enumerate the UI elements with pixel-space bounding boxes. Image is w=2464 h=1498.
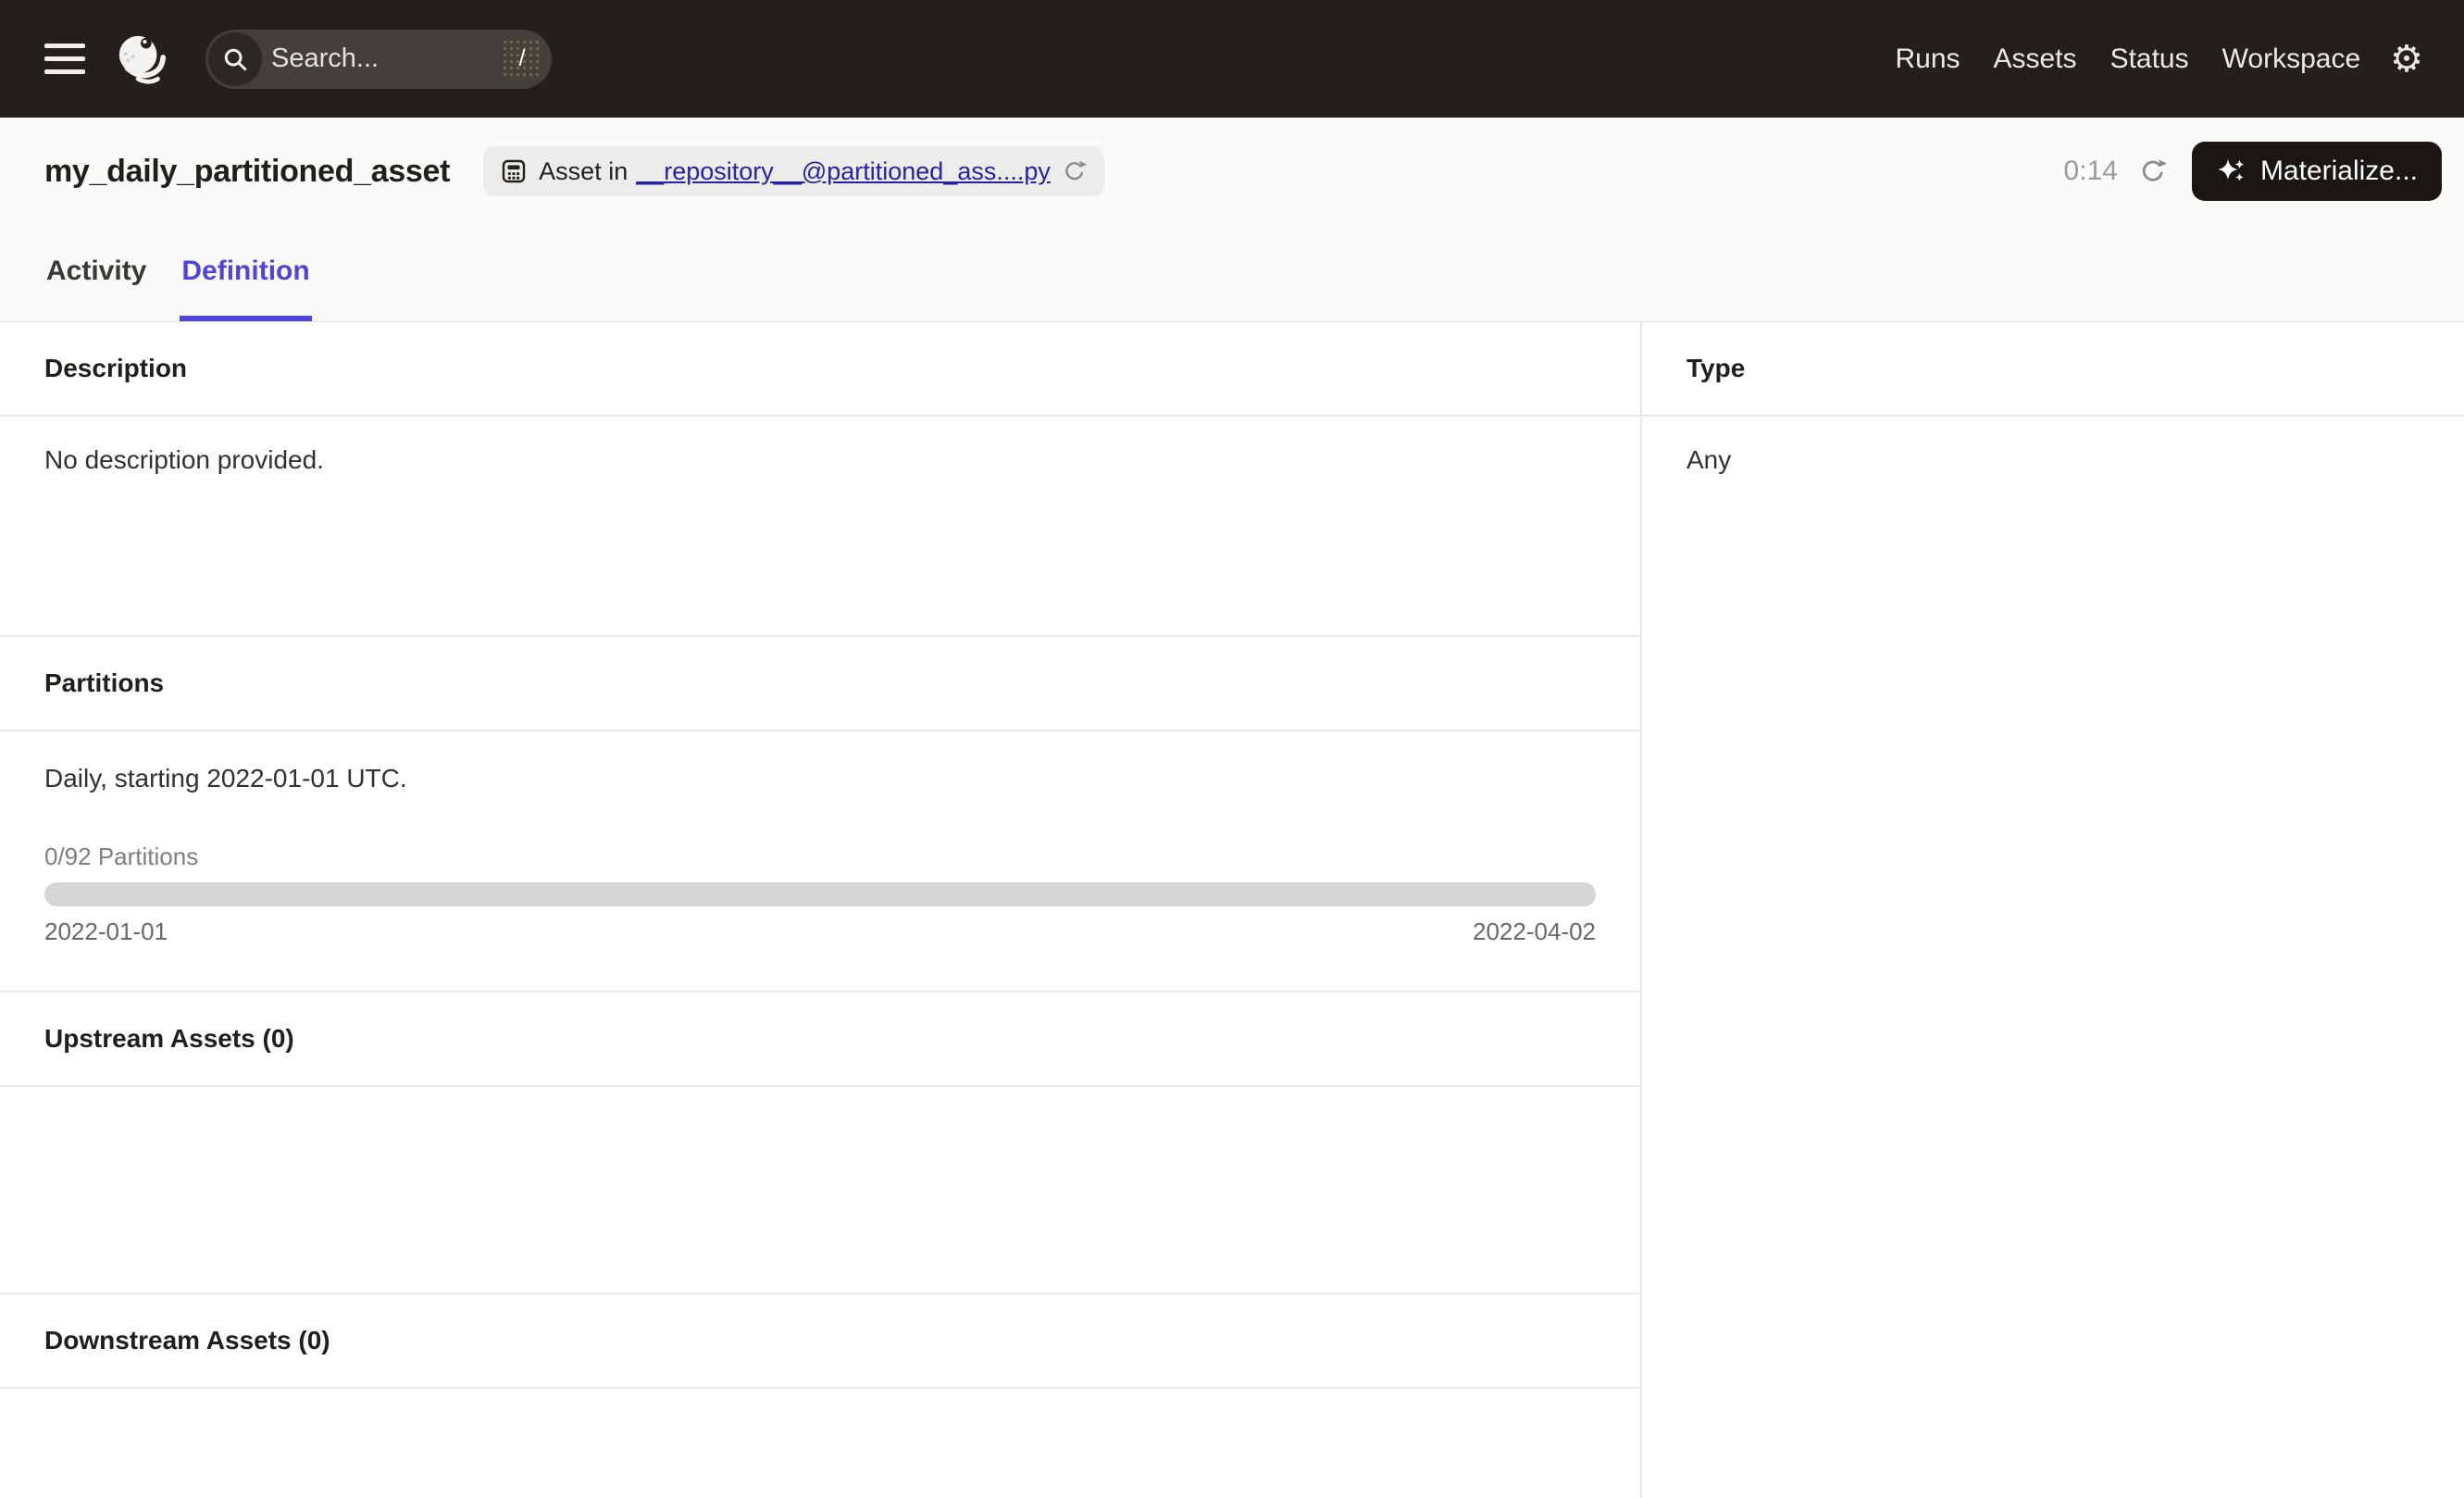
menu-icon[interactable]: [44, 44, 85, 74]
partitions-summary: Daily, starting 2022-01-01 UTC.: [44, 764, 407, 793]
refresh-countdown: 0:14: [2063, 156, 2118, 186]
tab-definition[interactable]: Definition: [180, 255, 312, 321]
downstream-assets-body: [0, 1389, 1640, 1498]
downstream-assets-heading: Downstream Assets (0): [0, 1294, 1640, 1389]
partitions-progress-bar: [44, 882, 1596, 906]
asset-tag-prefix: Asset in: [539, 156, 628, 185]
partition-range: 2022-01-01 2022-04-02: [44, 918, 1596, 946]
page-header: my_daily_partitioned_asset Asset in __re…: [0, 118, 2464, 322]
description-section-body: No description provided.: [0, 417, 1640, 637]
upstream-heading-label: Upstream Assets (0): [44, 1024, 294, 1053]
type-section-heading: Type: [1642, 322, 2464, 417]
partitions-progress-label: 0/92 Partitions: [44, 843, 199, 870]
page-title: my_daily_partitioned_asset: [44, 153, 451, 189]
search-shortcut-key: /: [502, 38, 542, 80]
refresh-icon[interactable]: [2138, 156, 2168, 186]
search-input[interactable]: [262, 44, 502, 74]
dagster-logo[interactable]: [115, 32, 168, 86]
upstream-assets-body: [0, 1087, 1640, 1294]
partition-range-start: 2022-01-01: [44, 918, 168, 945]
upstream-assets-heading: Upstream Assets (0): [0, 992, 1640, 1087]
asset-group-icon: [500, 157, 528, 185]
partition-range-end: 2022-04-02: [1473, 918, 1596, 945]
description-text: No description provided.: [44, 445, 324, 474]
reload-repository-icon[interactable]: [1062, 158, 1088, 184]
description-section-heading: Description: [0, 322, 1640, 417]
type-value: Any: [1686, 445, 1732, 474]
materialize-button-label: Materialize...: [2259, 156, 2418, 186]
right-column: Type Any: [1642, 322, 2464, 1498]
partitions-heading-label: Partitions: [44, 668, 165, 697]
search-icon: [208, 31, 262, 86]
asset-details-page: / Runs Assets Status Workspace ⚙ my_dail…: [0, 0, 2464, 1498]
left-column: Description No description provided. Par…: [0, 322, 1642, 1498]
asset-tag-text: Asset in __repository__@partitioned_ass.…: [539, 157, 1051, 186]
gear-icon: ⚙: [2390, 37, 2423, 81]
nav-link-runs[interactable]: Runs: [1895, 44, 1960, 75]
partitions-section-body: Daily, starting 2022-01-01 UTC. 0/92 Par…: [0, 731, 1640, 992]
type-heading-label: Type: [1686, 354, 1746, 382]
search-box[interactable]: /: [205, 29, 552, 89]
settings-button[interactable]: ⚙: [2390, 41, 2423, 78]
tab-bar: Activity Definition: [0, 255, 2464, 321]
sparkles-icon: [2216, 156, 2247, 187]
nav-link-workspace[interactable]: Workspace: [2222, 44, 2361, 75]
asset-definition-tag: Asset in __repository__@partitioned_ass.…: [483, 146, 1104, 196]
nav-link-assets[interactable]: Assets: [1994, 44, 2077, 75]
nav-link-status[interactable]: Status: [2110, 44, 2189, 75]
header-row: my_daily_partitioned_asset Asset in __re…: [0, 118, 2464, 201]
top-navigation-bar: / Runs Assets Status Workspace ⚙: [0, 0, 2464, 118]
materialize-button[interactable]: Materialize...: [2191, 142, 2442, 201]
partitions-section-heading: Partitions: [0, 637, 1640, 731]
downstream-heading-label: Downstream Assets (0): [44, 1326, 330, 1354]
repository-link[interactable]: __repository__@partitioned_ass....py: [636, 157, 1051, 186]
description-heading-label: Description: [44, 354, 188, 382]
definition-tab-content: Description No description provided. Par…: [0, 322, 2464, 1498]
type-section-body: Any: [1642, 417, 2464, 1498]
tab-activity[interactable]: Activity: [44, 255, 148, 321]
